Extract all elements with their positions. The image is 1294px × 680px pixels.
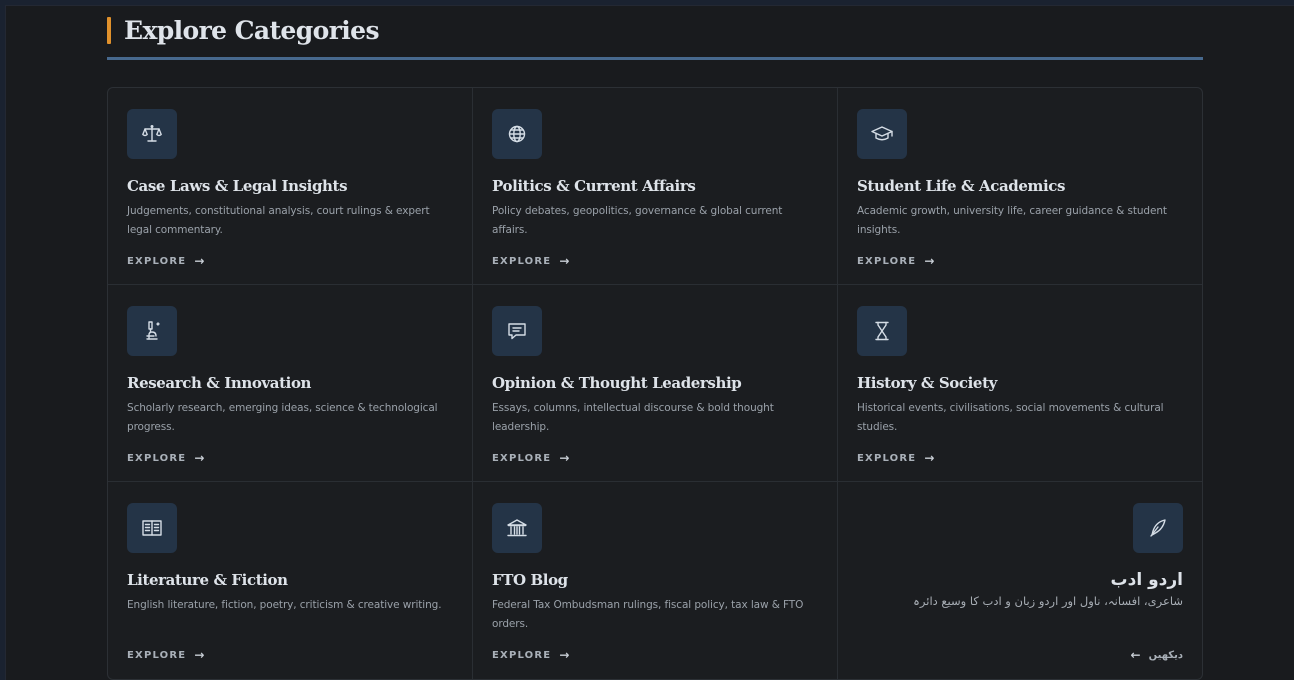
category-card-student-life[interactable]: Student Life & Academics Academic growth… — [838, 88, 1202, 285]
category-title: History & Society — [857, 374, 997, 392]
category-card-fto-blog[interactable]: FTO Blog Federal Tax Ombudsman rulings, … — [473, 482, 838, 679]
quill-icon — [1133, 503, 1183, 553]
category-description: Academic growth, university life, career… — [857, 205, 1167, 236]
category-card-opinion[interactable]: Opinion & Thought Leadership Essays, col… — [473, 285, 838, 482]
scales-icon — [127, 109, 177, 159]
globe-icon — [492, 109, 542, 159]
section-header: Explore Categories — [107, 14, 1203, 60]
category-description: Federal Tax Ombudsman rulings, fiscal po… — [492, 599, 804, 630]
microscope-icon — [127, 306, 177, 356]
explore-link[interactable]: EXPLORE → — [857, 451, 934, 465]
category-description: Historical events, civilisations, social… — [857, 402, 1164, 433]
graduation-cap-icon — [857, 109, 907, 159]
arrow-right-icon: → — [924, 451, 935, 465]
explore-link[interactable]: EXPLORE → — [492, 254, 569, 268]
explore-label: EXPLORE — [857, 255, 917, 267]
category-description: Scholarly research, emerging ideas, scie… — [127, 402, 438, 433]
explore-label: EXPLORE — [492, 452, 552, 464]
explore-link[interactable]: EXPLORE → — [127, 254, 204, 268]
category-card-urdu-adab[interactable]: اردو ادب شاعری، افسانہ، ناول اور اردو زب… — [838, 482, 1202, 679]
category-description: Essays, columns, intellectual discourse … — [492, 402, 774, 433]
explore-link[interactable]: EXPLORE → — [492, 648, 569, 662]
category-title: Research & Innovation — [127, 374, 312, 392]
category-card-history[interactable]: History & Society Historical events, civ… — [838, 285, 1202, 482]
category-title: FTO Blog — [492, 571, 568, 589]
explore-label: EXPLORE — [492, 255, 552, 267]
arrow-left-icon: ← — [1130, 648, 1141, 662]
hourglass-icon — [857, 306, 907, 356]
explore-link[interactable]: دیکھیں ← — [1131, 648, 1183, 662]
category-description: Judgements, constitutional analysis, cou… — [127, 205, 430, 236]
arrow-right-icon: → — [559, 648, 570, 662]
category-title: اردو ادب — [1110, 570, 1183, 590]
explore-link[interactable]: EXPLORE → — [127, 451, 204, 465]
category-description: شاعری، افسانہ، ناول اور اردو زبان و ادب … — [913, 594, 1183, 608]
explore-link[interactable]: EXPLORE → — [127, 648, 204, 662]
explore-label: EXPLORE — [127, 649, 187, 661]
category-title: Politics & Current Affairs — [492, 177, 696, 195]
header-divider — [107, 57, 1203, 60]
category-title: Literature & Fiction — [127, 571, 288, 589]
explore-label: EXPLORE — [127, 255, 187, 267]
category-card-research[interactable]: Research & Innovation Scholarly research… — [108, 285, 473, 482]
explore-label: EXPLORE — [857, 452, 917, 464]
category-title: Case Laws & Legal Insights — [127, 177, 348, 195]
open-book-icon — [127, 503, 177, 553]
category-card-case-laws[interactable]: Case Laws & Legal Insights Judgements, c… — [108, 88, 473, 285]
arrow-right-icon: → — [559, 451, 570, 465]
arrow-right-icon: → — [194, 254, 205, 268]
category-description: English literature, fiction, poetry, cri… — [127, 599, 442, 611]
category-card-politics[interactable]: Politics & Current Affairs Policy debate… — [473, 88, 838, 285]
category-title: Opinion & Thought Leadership — [492, 374, 742, 392]
category-card-literature[interactable]: Literature & Fiction English literature,… — [108, 482, 473, 679]
speech-bubble-icon — [492, 306, 542, 356]
explore-label: EXPLORE — [492, 649, 552, 661]
arrow-right-icon: → — [194, 451, 205, 465]
institution-icon — [492, 503, 542, 553]
section-title: Explore Categories — [124, 16, 380, 45]
arrow-right-icon: → — [924, 254, 935, 268]
arrow-right-icon: → — [559, 254, 570, 268]
explore-link[interactable]: EXPLORE → — [492, 451, 569, 465]
category-description: Policy debates, geopolitics, governance … — [492, 205, 783, 236]
categories-grid: Case Laws & Legal Insights Judgements, c… — [107, 87, 1203, 680]
header-accent-bar — [107, 17, 111, 44]
explore-link[interactable]: EXPLORE → — [857, 254, 934, 268]
explore-label: EXPLORE — [127, 452, 187, 464]
arrow-right-icon: → — [194, 648, 205, 662]
explore-label: دیکھیں — [1148, 649, 1183, 661]
category-title: Student Life & Academics — [857, 177, 1066, 195]
